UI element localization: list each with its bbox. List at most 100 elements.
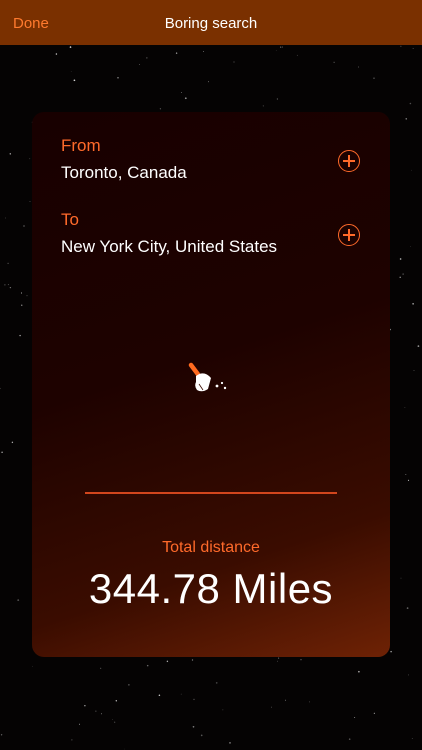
star	[410, 169, 412, 171]
star	[390, 650, 392, 653]
star	[7, 262, 9, 265]
star	[285, 699, 287, 701]
star	[275, 50, 277, 51]
star	[1, 451, 3, 453]
star	[146, 57, 148, 59]
star	[5, 217, 7, 219]
star	[112, 719, 113, 720]
star	[222, 709, 224, 711]
star	[95, 710, 97, 712]
from-value[interactable]: Toronto, Canada	[61, 163, 187, 183]
star	[9, 153, 12, 155]
star	[200, 734, 203, 737]
star	[281, 46, 283, 48]
star	[405, 118, 407, 120]
to-label: To	[61, 210, 79, 229]
star	[100, 667, 102, 669]
star	[0, 734, 3, 736]
star	[229, 742, 231, 744]
star	[404, 407, 406, 409]
star	[123, 748, 125, 750]
star	[181, 92, 182, 93]
star	[400, 577, 402, 579]
star	[405, 474, 407, 475]
star	[9, 286, 12, 289]
star	[26, 295, 28, 297]
star	[29, 158, 31, 160]
from-label: From	[61, 136, 101, 155]
nav-title: Boring search	[164, 15, 258, 32]
star	[333, 61, 335, 63]
route-card: From Toronto, Canada To New York City, U…	[32, 112, 390, 657]
star	[402, 273, 404, 275]
star	[358, 66, 359, 68]
star	[175, 52, 178, 54]
star	[73, 79, 76, 82]
star	[69, 46, 72, 48]
star	[233, 61, 235, 63]
star	[407, 479, 410, 481]
star	[166, 660, 169, 663]
star	[191, 659, 194, 661]
star	[180, 693, 182, 695]
star	[159, 108, 162, 110]
star	[296, 54, 298, 56]
star	[309, 701, 310, 703]
add-to-button[interactable]	[338, 224, 360, 246]
star	[7, 284, 9, 286]
star	[277, 660, 278, 662]
star	[278, 657, 280, 659]
star	[4, 284, 6, 286]
add-from-button[interactable]	[338, 150, 360, 172]
star	[354, 716, 356, 719]
star	[19, 334, 21, 337]
star	[115, 700, 117, 702]
star	[300, 659, 302, 661]
star	[70, 71, 72, 72]
star	[215, 682, 218, 684]
star	[400, 45, 402, 47]
divider	[85, 492, 337, 494]
star	[373, 77, 375, 79]
navigation-bar: Done Boring search	[0, 0, 422, 45]
star	[0, 387, 1, 390]
star	[208, 81, 209, 83]
star	[117, 77, 119, 79]
star	[358, 670, 360, 673]
star	[412, 48, 414, 49]
star	[417, 345, 420, 347]
star	[193, 698, 195, 701]
star	[280, 46, 282, 48]
star	[413, 370, 415, 372]
star	[399, 276, 401, 279]
star	[139, 64, 140, 65]
broom-icon[interactable]	[182, 362, 234, 404]
star	[412, 303, 414, 305]
star	[271, 706, 272, 708]
star	[399, 258, 402, 260]
star	[55, 53, 58, 55]
total-distance-value: 344.78 Miles	[88, 565, 334, 612]
star	[348, 738, 351, 740]
star	[84, 705, 86, 707]
star	[101, 713, 102, 715]
star	[184, 97, 187, 100]
star	[408, 674, 410, 676]
star	[409, 102, 412, 105]
total-distance-label: Total distance	[162, 539, 260, 556]
star	[158, 694, 161, 697]
to-value[interactable]: New York City, United States	[61, 237, 277, 257]
star	[71, 739, 73, 741]
star	[128, 684, 130, 686]
star	[29, 201, 31, 202]
star	[146, 664, 149, 667]
star	[11, 441, 14, 444]
star	[32, 665, 33, 667]
star	[262, 105, 264, 107]
star	[373, 712, 375, 714]
star	[406, 607, 409, 609]
star	[20, 292, 23, 294]
star	[276, 98, 278, 100]
star	[409, 245, 411, 247]
star	[203, 51, 204, 52]
